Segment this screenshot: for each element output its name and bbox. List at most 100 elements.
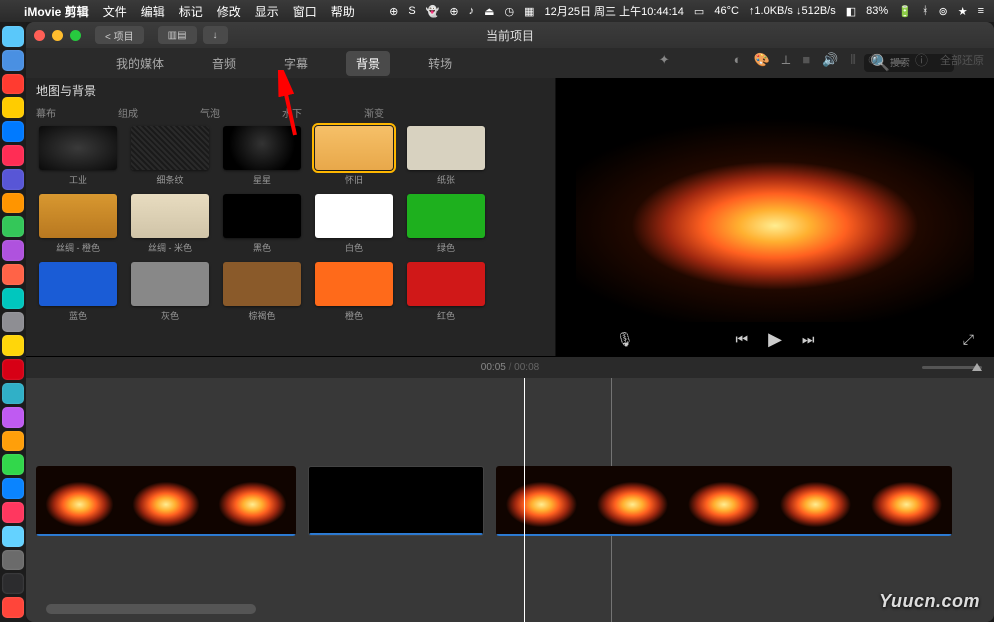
window-close-button[interactable] (34, 30, 45, 41)
dock-app-icon[interactable] (2, 193, 24, 214)
background-swatch[interactable] (39, 194, 117, 238)
background-item[interactable]: 细条纹 (128, 126, 212, 186)
status-music-icon[interactable]: ♪ (469, 5, 475, 17)
background-item[interactable]: 丝绸 - 橙色 (36, 194, 120, 254)
fullscreen-icon[interactable]: ⤢ (963, 331, 974, 348)
info-icon[interactable]: ⓘ (915, 50, 928, 69)
background-swatch[interactable] (223, 194, 301, 238)
dock-app-icon[interactable] (2, 312, 24, 333)
play-button[interactable]: ▶ (768, 329, 782, 350)
contrast-icon[interactable]: ◐ (734, 52, 742, 67)
tab-audio[interactable]: 音频 (202, 51, 246, 76)
menu-help[interactable]: 帮助 (331, 3, 355, 20)
status-bluetooth-icon[interactable]: ᚼ (922, 5, 929, 17)
cloud-icon[interactable]: ☁ (890, 52, 903, 68)
dock-app-icon[interactable] (2, 335, 24, 356)
dock-app-icon[interactable] (2, 240, 24, 261)
background-swatch[interactable] (39, 262, 117, 306)
next-button[interactable]: ⏭ (802, 331, 815, 348)
background-swatch[interactable] (131, 262, 209, 306)
status-wifi-icon[interactable]: ⊚ (938, 5, 947, 18)
menu-window[interactable]: 窗口 (293, 3, 317, 20)
tab-transitions[interactable]: 转场 (418, 51, 462, 76)
background-swatch[interactable] (315, 262, 393, 306)
background-swatch[interactable] (407, 262, 485, 306)
window-minimize-button[interactable] (52, 30, 63, 41)
tab-titles[interactable]: 字幕 (274, 51, 318, 76)
dock-app-icon[interactable] (2, 26, 24, 47)
background-swatch[interactable] (131, 126, 209, 170)
background-item[interactable]: 灰色 (128, 262, 212, 322)
background-swatch[interactable] (39, 126, 117, 170)
dock-app-icon[interactable] (2, 145, 24, 166)
playhead[interactable] (524, 378, 525, 622)
background-item[interactable]: 丝绸 - 米色 (128, 194, 212, 254)
background-item[interactable]: 黑色 (220, 194, 304, 254)
dock-app-icon[interactable] (2, 50, 24, 71)
background-item[interactable]: 纸张 (404, 126, 488, 186)
dock-app-icon[interactable] (2, 288, 24, 309)
crop-icon[interactable]: ⟂ (782, 52, 791, 68)
dock-app-icon[interactable] (2, 97, 24, 118)
tab-my-media[interactable]: 我的媒体 (106, 51, 174, 76)
import-button[interactable]: ↓ (203, 26, 228, 44)
background-swatch[interactable] (223, 126, 301, 170)
magic-wand-icon[interactable]: ✦ (659, 52, 670, 68)
menu-mark[interactable]: 标记 (179, 3, 203, 20)
status-star-icon[interactable]: ★ (958, 5, 968, 18)
dock-app-icon[interactable] (2, 550, 24, 571)
background-item[interactable]: 星星 (220, 126, 304, 186)
background-swatch[interactable] (223, 262, 301, 306)
status-s-icon[interactable]: S (408, 5, 415, 17)
background-item[interactable]: 怀旧 (312, 126, 396, 186)
status-download-icon[interactable]: ⊕ (389, 5, 398, 18)
background-swatch[interactable] (315, 126, 393, 170)
background-item[interactable]: 红色 (404, 262, 488, 322)
dock-app-icon[interactable] (2, 573, 24, 594)
volume-icon[interactable]: 🔊 (822, 52, 838, 68)
video-preview[interactable] (576, 108, 974, 322)
status-menu-icon[interactable]: ≡ (978, 5, 984, 17)
menu-file[interactable]: 文件 (103, 3, 127, 20)
prev-button[interactable]: ⏮ (735, 331, 748, 348)
dock-app-icon[interactable] (2, 478, 24, 499)
timeline-clip-black[interactable] (308, 466, 484, 536)
dock-app-icon[interactable] (2, 526, 24, 547)
background-item[interactable]: 棕褐色 (220, 262, 304, 322)
dock-app-icon[interactable] (2, 597, 24, 618)
status-eject-icon[interactable]: ⏏ (484, 5, 494, 18)
dock-app-icon[interactable] (2, 407, 24, 428)
back-to-projects-button[interactable]: < 项目 (95, 26, 144, 44)
dock-app-icon[interactable] (2, 454, 24, 475)
menu-modify[interactable]: 修改 (217, 3, 241, 20)
status-globe-icon[interactable]: ⊕ (449, 5, 458, 18)
status-ghost-icon[interactable]: 👻 (426, 5, 440, 18)
dock-app-icon[interactable] (2, 121, 24, 142)
reset-all-button[interactable]: 全部还原 (940, 52, 984, 68)
tab-backgrounds[interactable]: 背景 (346, 51, 390, 76)
layout-toggle-button[interactable]: ▥▤ (158, 26, 197, 44)
camera-icon[interactable]: ■ (802, 52, 810, 67)
status-clock-icon[interactable]: ◷ (505, 5, 515, 18)
timeline[interactable] (26, 378, 994, 622)
background-item[interactable]: 工业 (36, 126, 120, 186)
dock-app-icon[interactable] (2, 383, 24, 404)
dock-app-icon[interactable] (2, 431, 24, 452)
speed-icon[interactable]: ⏱ (868, 52, 878, 68)
dock-app-icon[interactable] (2, 216, 24, 237)
app-name[interactable]: iMovie 剪辑 (24, 3, 89, 20)
microphone-icon[interactable]: 🎙 (616, 331, 634, 348)
background-swatch[interactable] (315, 194, 393, 238)
status-datetime[interactable]: 12月25日 周三 上午10:44:14 (545, 3, 684, 19)
menu-edit[interactable]: 编辑 (141, 3, 165, 20)
status-battery[interactable]: 83% (866, 5, 888, 17)
zoom-slider[interactable] (922, 366, 982, 369)
status-display-icon[interactable]: ▭ (694, 5, 704, 18)
background-item[interactable]: 蓝色 (36, 262, 120, 322)
timeline-clip[interactable] (496, 466, 952, 536)
dock-app-icon[interactable] (2, 264, 24, 285)
background-swatch[interactable] (407, 126, 485, 170)
menu-view[interactable]: 显示 (255, 3, 279, 20)
dock-app-icon[interactable] (2, 74, 24, 95)
background-item[interactable]: 橙色 (312, 262, 396, 322)
